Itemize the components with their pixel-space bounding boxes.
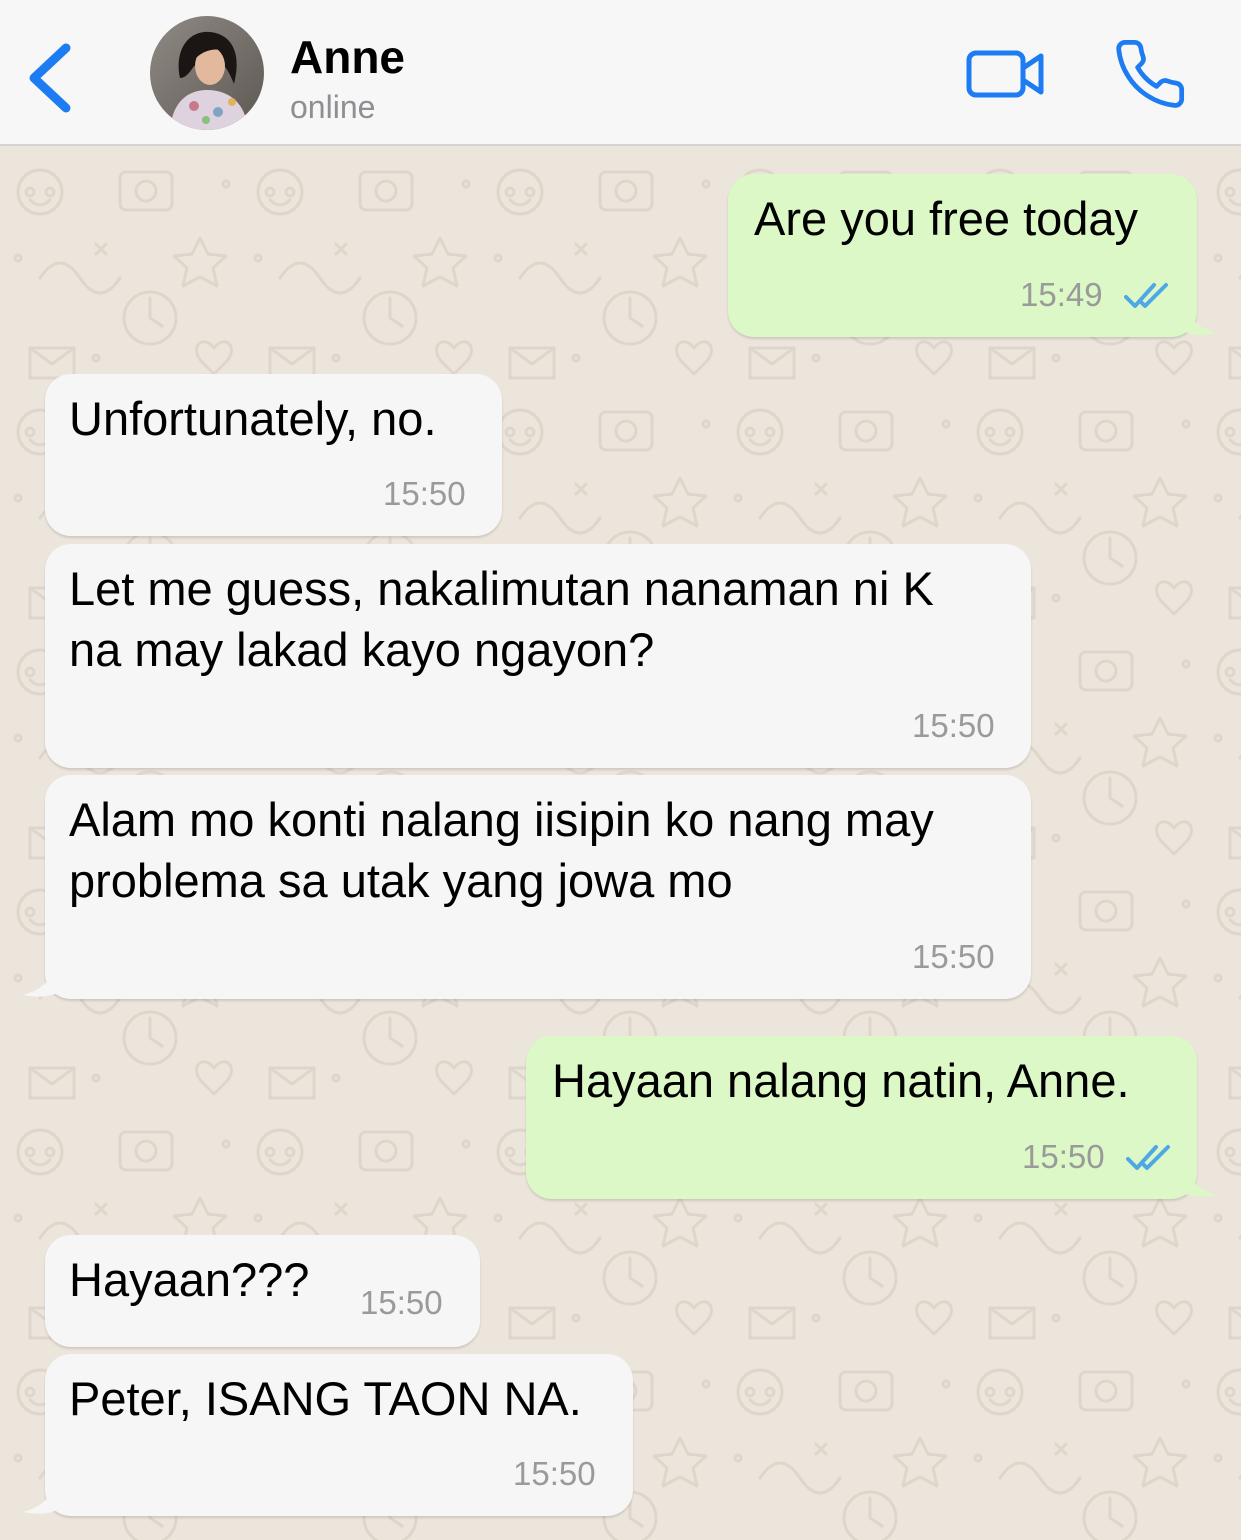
contact-status: online [290,89,376,125]
read-receipt-icon [1126,1145,1170,1170]
message-text: Unfortunately, no. [69,388,437,449]
message-line: Are you free today [754,192,1139,245]
message-line: Hayaan nalang natin, Anne. [552,1054,1130,1107]
video-call-button[interactable] [962,44,1048,104]
incoming-message[interactable]: Peter, ISANG TAON NA. 15:50 [23,1354,633,1516]
message-line: Let me guess, nakalimutan nanaman ni K [69,562,934,615]
message-line: na may lakad kayo ngayon? [69,623,655,676]
contact-name[interactable]: Anne [290,30,405,84]
chevron-left-icon [29,43,71,113]
bubble-tail [1183,1167,1217,1197]
read-receipt-icon [1124,283,1168,308]
message-text: Alam mo konti nalang iisipin ko nang may… [69,789,934,911]
message-timestamp: 15:49 [1020,276,1103,313]
outgoing-message[interactable]: Hayaan nalang natin, Anne. 15:50 [526,1036,1217,1199]
message-line: Unfortunately, no. [69,392,437,445]
incoming-message[interactable]: Unfortunately, no. 15:50 [45,374,502,536]
incoming-message[interactable]: Let me guess, nakalimutan nanaman ni K na… [45,544,1031,768]
chat-header: Anne online [0,0,1241,146]
message-text: Peter, ISANG TAON NA. [69,1368,582,1429]
outgoing-message[interactable]: Are you free today 15:49 [728,174,1217,337]
message-timestamp: 15:50 [1022,1138,1105,1175]
message-timestamp: 15:50 [383,475,466,512]
message-line: Hayaan??? [69,1253,310,1306]
message-timestamp: 15:50 [513,1455,596,1492]
incoming-message[interactable]: Alam mo konti nalang iisipin ko nang may… [23,775,1031,999]
message-text: Are you free today [754,188,1138,249]
message-timestamp: 15:50 [912,938,995,975]
back-button[interactable] [22,40,82,116]
message-text: Hayaan nalang natin, Anne. [552,1050,1130,1111]
video-camera-icon [966,50,1044,98]
bubble-tail [23,967,57,997]
bubble-tail [1183,305,1217,335]
avatar[interactable] [150,16,264,130]
chat-area[interactable]: Are you free today 15:49 Unfortunately, no… [0,148,1241,1540]
incoming-message[interactable]: Hayaan??? 15:50 [45,1235,480,1347]
message-line: problema sa utak yang jowa mo [69,854,733,907]
message-timestamp: 15:50 [360,1284,443,1321]
bubble-tail [23,1484,57,1514]
message-line: Alam mo konti nalang iisipin ko nang may [69,793,934,846]
phone-icon [1116,39,1185,108]
message-timestamp: 15:50 [912,707,995,744]
voice-call-button[interactable] [1110,36,1190,112]
message-text: Hayaan??? [69,1249,309,1310]
message-text: Let me guess, nakalimutan nanaman ni K na… [69,558,934,680]
message-line: Peter, ISANG TAON NA. [69,1372,582,1425]
